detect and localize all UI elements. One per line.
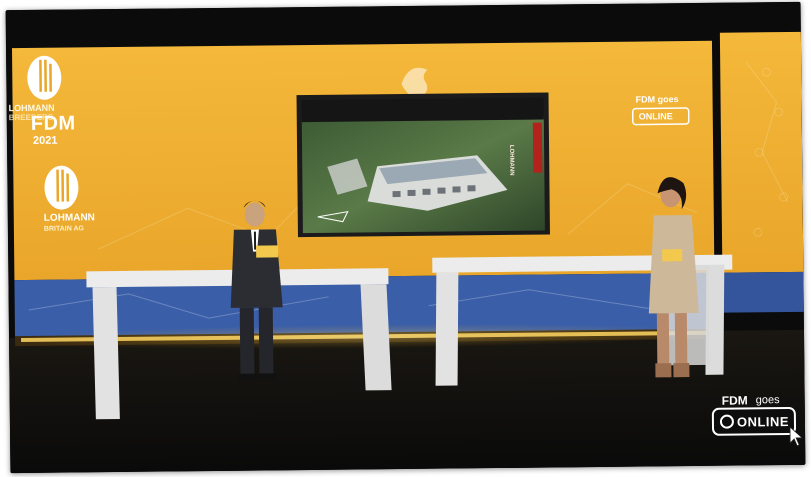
video-side-sign-text: LOHMANN	[508, 144, 515, 176]
event-year: 2021	[32, 134, 58, 147]
event-title: FDM	[30, 112, 76, 135]
wall-badge-line1: FDM goes	[635, 94, 679, 105]
watermark-online: ONLINE	[736, 413, 790, 430]
watermark-fdm: FDM	[721, 393, 748, 408]
watermark-goes: goes	[755, 394, 780, 407]
wall-badge-line2: ONLINE	[638, 111, 673, 122]
studio-scene	[5, 1, 806, 474]
photo-frame: LOHMANN BREEDERS FDM 2021 LOHMANN BRITAI…	[5, 1, 806, 474]
brand-line-3: LOHMANN	[43, 212, 95, 224]
video-side-sign	[532, 122, 543, 173]
brand-line-1: LOHMANN	[8, 102, 55, 114]
brand-line-4: BRITAIN AG	[43, 225, 84, 233]
